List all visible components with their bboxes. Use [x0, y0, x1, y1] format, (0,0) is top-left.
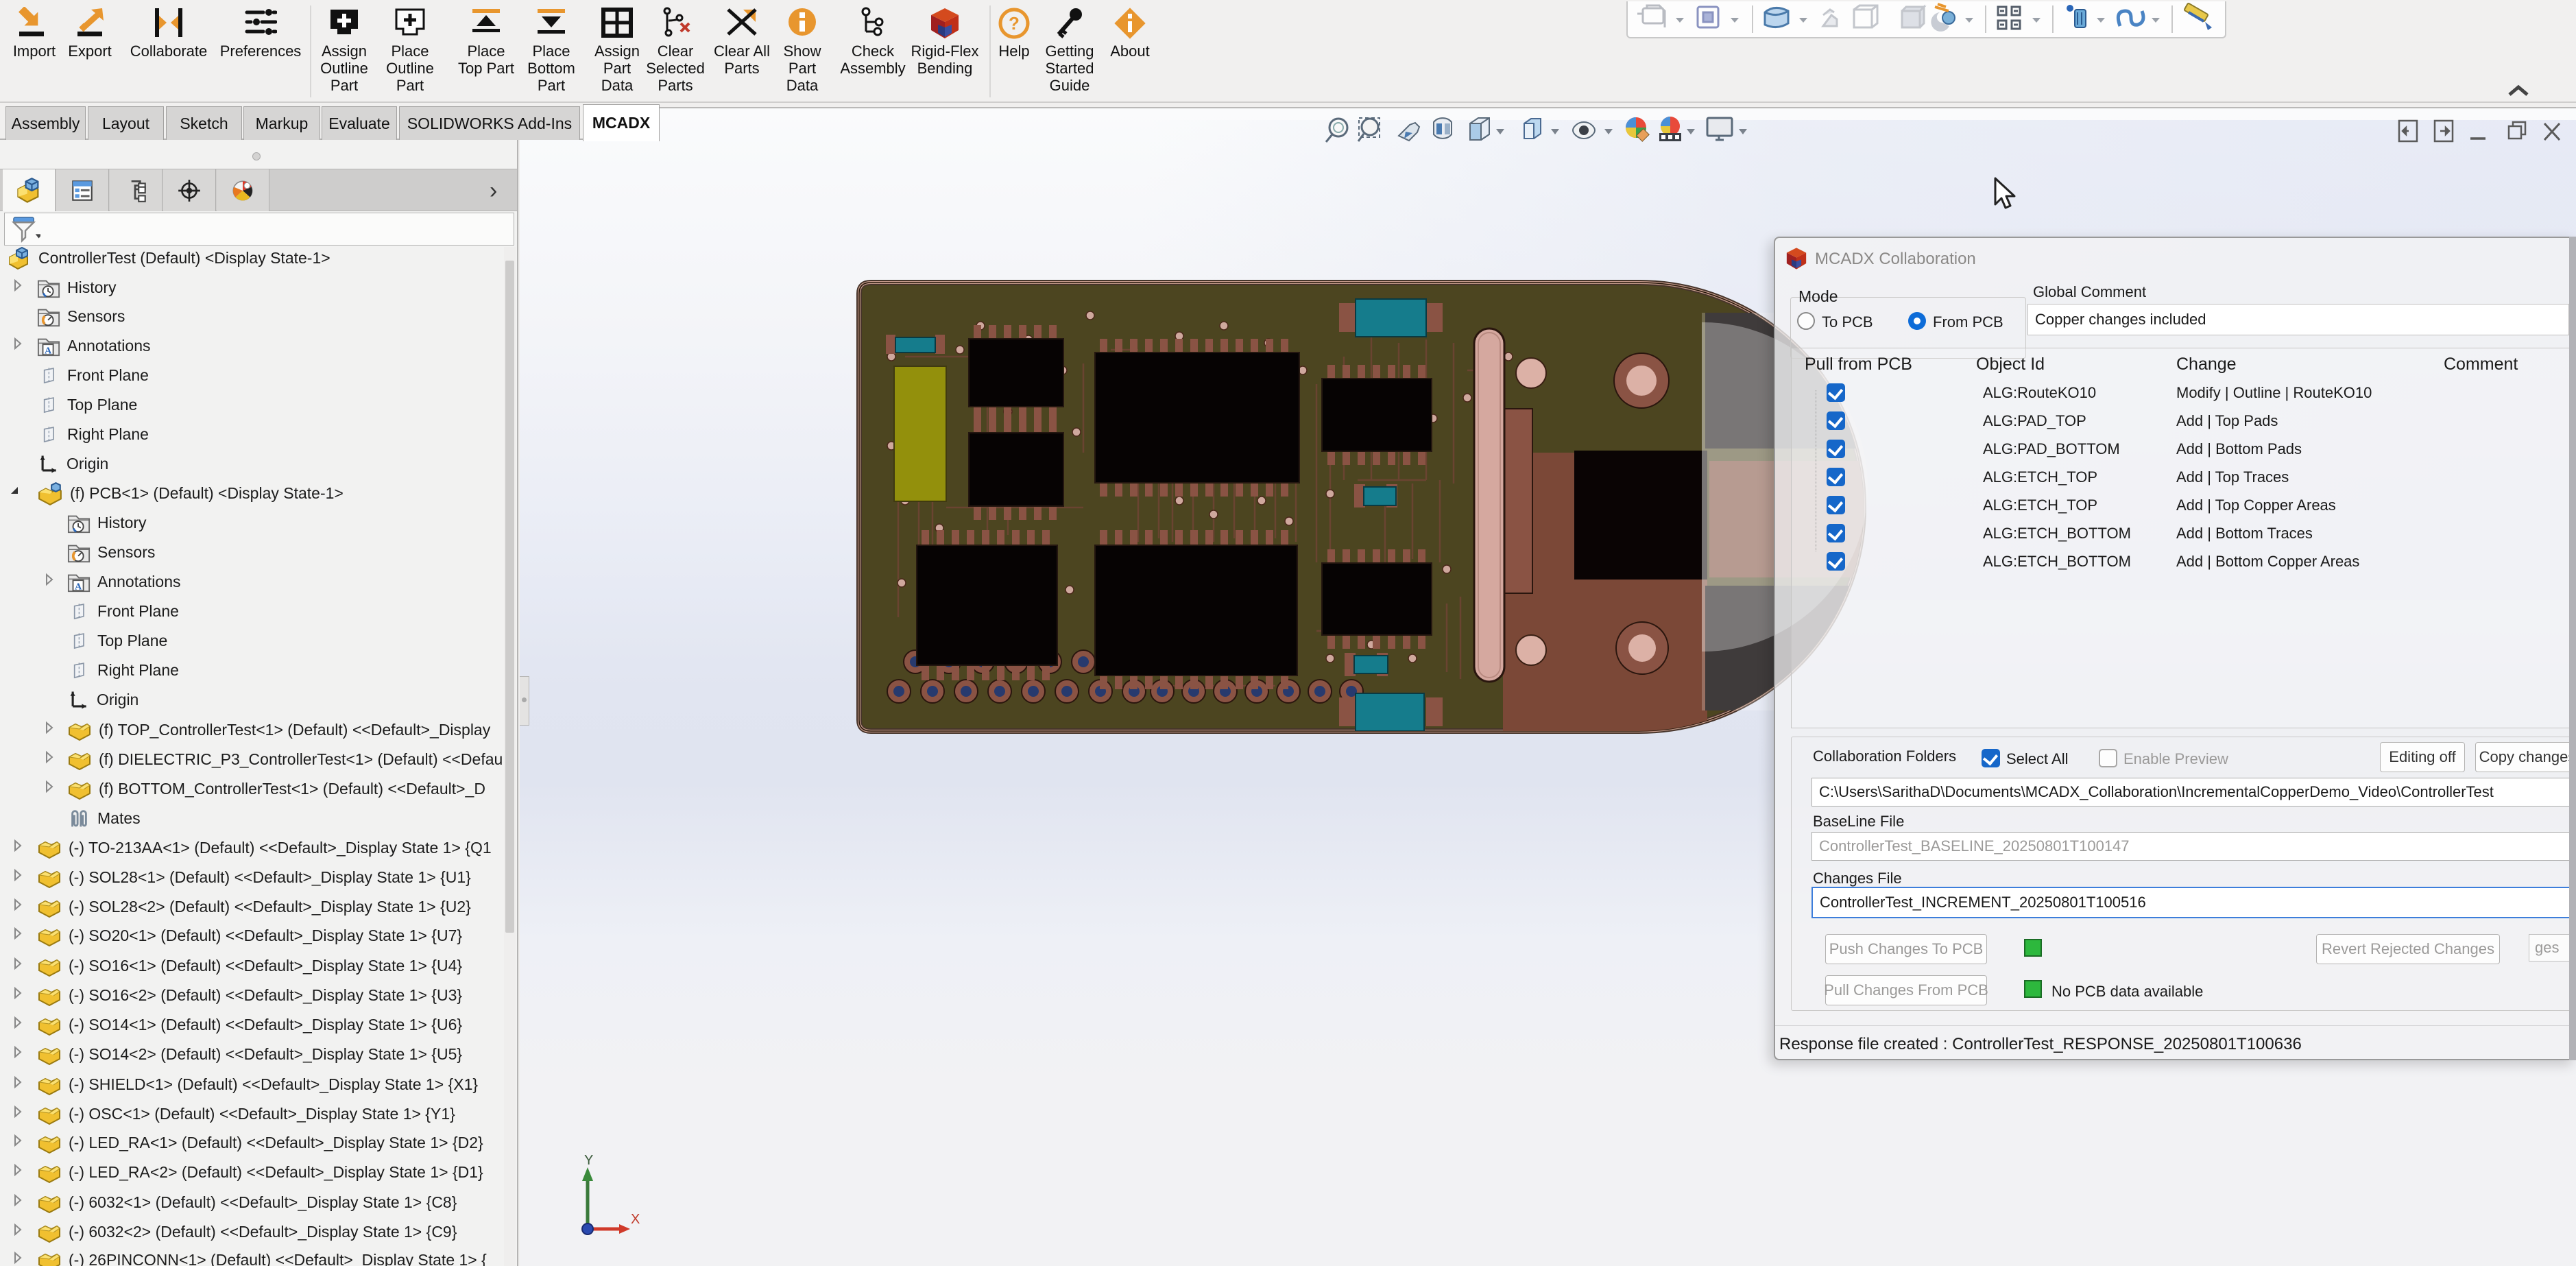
svg-text:Y: Y — [584, 1153, 593, 1168]
svg-text:X: X — [631, 1212, 640, 1227]
